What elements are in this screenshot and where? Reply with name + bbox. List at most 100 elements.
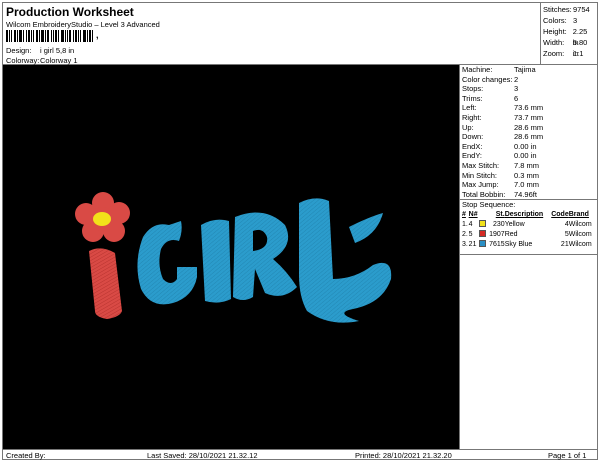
machine-stats: Machine: Tajima Color changes: 2 Stops: 3 Trim…: [460, 65, 597, 200]
barcode: ,: [6, 30, 116, 42]
zoom-row: Zoom: 1:1: [543, 48, 595, 59]
row-swatch: [478, 230, 487, 240]
stat-label: Left:: [462, 103, 477, 113]
design-field: Design: i girl 5,8 in: [6, 46, 74, 55]
width-value: 5.80 in: [572, 38, 588, 58]
row-needle: 5: [468, 231, 473, 238]
table-header-row: # N# St. Description Code Brand: [462, 210, 595, 220]
row-stitches: 230: [493, 221, 505, 228]
row-brand: Wilcom: [568, 241, 592, 248]
row-brand: Wilcom: [568, 231, 592, 238]
swoosh: [349, 213, 383, 243]
printed-date: Printed: 28/10/2021 21.32.20: [355, 451, 452, 460]
letter-i-second: [201, 219, 231, 303]
colorway-value: Colorway 1: [40, 56, 78, 65]
worksheet: Production Worksheet Wilcom EmbroiderySt…: [2, 2, 598, 460]
stat-value: 7.8 mm: [514, 160, 540, 170]
stat-row: Total Bobbin: 74.96ft: [462, 190, 595, 200]
letter-i-stem: [89, 248, 122, 319]
stat-row: Color changes: 2: [462, 75, 595, 85]
table-row: 1. 4 230 Yellow 4 Wilcom: [462, 220, 595, 230]
stat-row: Trims: 6: [462, 94, 595, 104]
design-preview: [3, 65, 460, 449]
row-needle: 4: [468, 221, 473, 228]
design-label: Design:: [6, 46, 32, 55]
stat-label: Max Stitch:: [462, 160, 500, 170]
row-swatch: [478, 240, 487, 250]
stat-value: 0.3 mm: [514, 170, 540, 180]
stat-label: Stops:: [462, 84, 484, 94]
stat-value: 28.6 mm: [514, 122, 544, 132]
row-index: 3.: [462, 241, 468, 248]
stat-label: Color changes:: [462, 74, 513, 84]
stat-value: 74.96ft: [514, 189, 537, 199]
zoom-label: Zoom:: [543, 49, 565, 58]
stat-row: Stops: 3: [462, 84, 595, 94]
table-row: 2. 5 1907 Red 5 Wilcom: [462, 230, 595, 240]
last-saved: Last Saved: 28/10/2021 21.32.12: [147, 451, 258, 460]
stat-value: 2: [514, 74, 519, 84]
stat-value: 73.7 mm: [514, 112, 544, 122]
stat-row: Max Stitch: 7.8 mm: [462, 161, 595, 171]
col-code: Code: [551, 211, 569, 218]
stat-label: Total Bobbin:: [462, 189, 506, 199]
height-label: Height:: [543, 27, 567, 36]
stat-label: Down:: [462, 132, 484, 142]
colors-row: Colors: 3: [543, 15, 595, 26]
colors-label: Colors:: [543, 16, 567, 25]
stat-label: EndY:: [462, 151, 483, 161]
igirl-embroidery-artwork: [75, 192, 392, 323]
row-description: Yellow: [504, 221, 525, 228]
stop-sequence: Stop Sequence: # N# St. Description Code…: [460, 200, 597, 255]
col-needle: N#: [468, 211, 478, 218]
stat-value: 73.6 mm: [514, 103, 544, 113]
row-code: 21: [560, 241, 569, 248]
worksheet-header: Production Worksheet Wilcom EmbroiderySt…: [3, 3, 541, 65]
stat-value: 3: [514, 84, 519, 94]
row-index: 2.: [462, 231, 468, 238]
stitches-row: Stitches: 9754: [543, 4, 595, 15]
stat-value: 0.00 in: [514, 151, 537, 161]
color-swatch-icon: [478, 220, 486, 227]
stat-row: Max Jump: 7.0 mm: [462, 180, 595, 190]
stat-value: 7.0 mm: [514, 180, 540, 190]
row-needle: 21: [468, 241, 477, 248]
letter-g: [137, 221, 197, 305]
stat-label: EndX:: [462, 141, 483, 151]
zoom-value: 1:1: [573, 49, 584, 58]
colorway-field: Colorway: Colorway 1: [6, 56, 78, 65]
row-swatch: [478, 220, 487, 230]
stat-label: Right:: [462, 112, 482, 122]
stat-row: Down: 28.6 mm: [462, 132, 595, 142]
created-by: Created By:: [6, 451, 46, 460]
stitches-label: Stitches:: [543, 5, 572, 14]
col-stitches: St.: [495, 211, 505, 218]
row-index: 1.: [462, 221, 468, 228]
stop-sequence-title: Stop Sequence:: [462, 200, 516, 209]
width-row: Width: 5.80 in: [543, 37, 595, 58]
colorway-label: Colorway:: [6, 56, 40, 65]
row-code: 5: [564, 231, 569, 238]
stat-value: 28.6 mm: [514, 132, 544, 142]
col-index: #: [462, 211, 466, 218]
row-description: Red: [504, 231, 518, 238]
stop-sequence-table: # N# St. Description Code Brand 1. 4 230 Ye…: [462, 210, 595, 250]
row-description: Sky Blue: [504, 241, 533, 248]
stat-row: Up: 28.6 mm: [462, 123, 595, 133]
page-number: Page 1 of 1: [548, 451, 587, 460]
design-value: i girl 5,8 in: [40, 46, 75, 55]
row-code: 4: [564, 221, 569, 228]
stat-label: Machine:: [462, 65, 493, 74]
stitches-value: 9754: [573, 5, 590, 14]
height-value: 2.25 in: [572, 27, 588, 47]
page-title: Production Worksheet: [6, 5, 134, 19]
stat-row: EndY: 0.00 in: [462, 151, 595, 161]
stat-value: 0.00 in: [514, 141, 537, 151]
worksheet-footer: Created By: Last Saved: 28/10/2021 21.32…: [3, 449, 597, 460]
barcode-suffix: ,: [96, 30, 99, 40]
software-name: Wilcom EmbroideryStudio – Level 3 Advanc…: [6, 20, 160, 29]
summary-panel: Stitches: 9754 Colors: 3 Height: 2.25 in Wi…: [541, 3, 597, 65]
height-row: Height: 2.25 in: [543, 26, 595, 47]
stat-label: Trims:: [462, 93, 483, 103]
stat-value: 6: [514, 93, 519, 103]
